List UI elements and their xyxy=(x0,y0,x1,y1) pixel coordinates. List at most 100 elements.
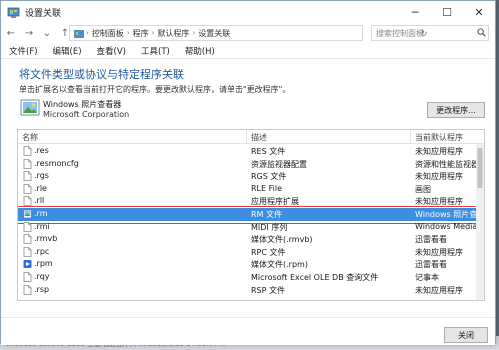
breadcrumb-separator: › xyxy=(151,29,155,37)
menu-tools[interactable]: 工具(T) xyxy=(141,45,170,57)
default-program-cell: 迅雷看看 xyxy=(415,235,447,245)
table-row[interactable]: .rle RLE File 画图 xyxy=(18,183,484,196)
extension-cell: .rqy xyxy=(34,271,50,281)
change-program-button[interactable]: 更改程序... xyxy=(427,102,485,118)
description-cell: RPC 文件 xyxy=(251,247,286,257)
table-row[interactable]: .rmvb 媒体文件(.rmvb) 迅雷看看 xyxy=(18,233,484,246)
description-cell: RM 文件 xyxy=(251,209,283,219)
extension-cell: .resmoncfg xyxy=(34,158,79,168)
page-title: 将文件类型或协议与特定程序关联 xyxy=(19,68,184,81)
set-associations-window: 设置关联 ─ ☐ ✕ ← → ⌄ ↑ › 控制面板 › 程序 › 默认程序 › … xyxy=(0,0,496,345)
close-window-button[interactable]: ✕ xyxy=(463,1,495,23)
default-program-cell: 记事本 xyxy=(415,272,439,282)
description-cell: RGS 文件 xyxy=(251,172,287,182)
window-title: 设置关联 xyxy=(25,8,62,19)
file-icon xyxy=(23,246,32,257)
file-icon xyxy=(23,221,32,232)
menu-bar: 文件(F) 编辑(E) 查看(V) 工具(T) 帮助(H) xyxy=(1,43,495,58)
extension-cell: .rle xyxy=(34,183,47,193)
table-row[interactable]: .resmoncfg 资源监视器配置 资源和性能监视器 xyxy=(18,158,484,171)
file-icon xyxy=(23,158,32,169)
search-box[interactable]: 搜索控制面板 xyxy=(371,25,489,41)
file-icon xyxy=(23,234,32,245)
default-program-cell: 迅雷看看 xyxy=(415,260,447,270)
default-program-cell: Windows 照片查看 xyxy=(415,209,485,219)
folder-icon xyxy=(74,29,84,38)
description-cell: MIDI 序列 xyxy=(251,222,288,232)
extension-cell: .rgs xyxy=(34,171,49,181)
title-bar[interactable]: 设置关联 ─ ☐ ✕ xyxy=(1,1,495,23)
extension-cell: .rmvb xyxy=(34,234,58,244)
breadcrumb-separator: › xyxy=(126,29,130,37)
forward-button[interactable]: → xyxy=(21,25,37,41)
description-cell: RES 文件 xyxy=(251,147,286,156)
search-input[interactable]: 搜索控制面板 xyxy=(376,28,474,39)
navigation-bar: ← → ⌄ ↑ › 控制面板 › 程序 › 默认程序 › 设置关联 ↻ 搜索控制… xyxy=(1,23,495,43)
close-button[interactable]: 关闭 xyxy=(444,327,488,343)
control-panel-icon xyxy=(6,5,20,19)
description-cell: Microsoft Excel OLE DB 查询文件 xyxy=(251,272,379,282)
maximize-button[interactable]: ☐ xyxy=(431,1,463,23)
address-bar[interactable]: › 控制面板 › 程序 › 默认程序 › 设置关联 ↻ xyxy=(69,25,427,41)
extension-cell: .rpc xyxy=(34,246,50,256)
default-program-cell: Windows Media I xyxy=(415,221,483,231)
column-header-description[interactable]: 描述 xyxy=(251,132,267,143)
minimize-button[interactable]: ─ xyxy=(399,1,431,23)
breadcrumb-control-panel[interactable]: 控制面板 xyxy=(92,28,124,39)
image-file-icon xyxy=(23,209,32,219)
description-cell: RLE File xyxy=(251,183,282,193)
breadcrumb-programs[interactable]: 程序 xyxy=(133,28,149,39)
description-cell: 资源监视器配置 xyxy=(251,159,307,169)
breadcrumb-set-associations[interactable]: 设置关联 xyxy=(198,28,230,39)
column-divider[interactable] xyxy=(410,130,411,144)
current-program-name: Windows 照片查看器 xyxy=(43,100,122,109)
default-program-cell: 未知应用程序 xyxy=(415,247,463,257)
file-icon xyxy=(23,196,32,207)
breadcrumb-default-programs[interactable]: 默认程序 xyxy=(157,28,189,39)
column-divider[interactable] xyxy=(246,130,247,144)
vertical-scrollbar[interactable] xyxy=(476,144,484,300)
file-icon xyxy=(23,171,32,182)
menu-help[interactable]: 帮助(H) xyxy=(185,45,215,57)
extension-cell: .rpm xyxy=(34,259,53,269)
table-row[interactable]: .rqy Microsoft Excel OLE DB 查询文件 记事本 xyxy=(18,271,484,284)
description-cell: 媒体文件(.rmvb) xyxy=(251,235,313,245)
extension-cell: .res xyxy=(34,146,49,155)
column-header-name[interactable]: 名称 xyxy=(22,132,38,143)
breadcrumb-separator: › xyxy=(86,29,89,37)
file-icon xyxy=(23,146,32,156)
file-icon xyxy=(23,271,32,282)
table-row[interactable]: .rsp RSP 文件 未知应用程序 xyxy=(18,284,484,297)
current-program-company: Microsoft Corporation xyxy=(43,110,130,119)
page-description: 单击扩展名以查看当前打开它的程序。要更改默认程序，请单击"更改程序"。 xyxy=(19,85,291,94)
table-row[interactable]: .rmi MIDI 序列 Windows Media I xyxy=(18,221,484,234)
table-row[interactable]: .rgs RGS 文件 未知应用程序 xyxy=(18,170,484,183)
media-file-icon xyxy=(23,259,32,269)
default-program-cell: 未知应用程序 xyxy=(415,172,463,182)
default-program-cell: 资源和性能监视器 xyxy=(415,159,479,169)
default-program-cell: 未知应用程序 xyxy=(415,285,463,295)
list-header: 名称 描述 当前默认程序 xyxy=(18,130,484,144)
content-area: 将文件类型或协议与特定程序关联 单击扩展名以查看当前打开它的程序。要更改默认程序… xyxy=(1,58,495,345)
description-cell: 媒体文件(.rpm) xyxy=(251,260,308,270)
table-row[interactable]: .rpc RPC 文件 未知应用程序 xyxy=(18,246,484,259)
column-header-current-program[interactable]: 当前默认程序 xyxy=(415,132,463,143)
back-button[interactable]: ← xyxy=(3,25,19,41)
menu-file[interactable]: 文件(F) xyxy=(9,45,38,57)
table-row[interactable]: .res RES 文件 未知应用程序 xyxy=(18,145,484,158)
photo-viewer-icon xyxy=(19,97,41,119)
association-list[interactable]: 名称 描述 当前默认程序 .res RES 文件未知应用程序 .resmoncfg 资… xyxy=(17,129,485,301)
menu-edit[interactable]: 编辑(E) xyxy=(53,45,82,57)
breadcrumb-separator: › xyxy=(192,29,196,37)
table-row[interactable]: .rm RM 文件 Windows 照片查看 xyxy=(18,206,485,224)
extension-cell: .rsp xyxy=(34,284,50,294)
description-cell: RSP 文件 xyxy=(251,285,286,295)
menu-view[interactable]: 查看(V) xyxy=(97,45,126,57)
default-program-cell: 画图 xyxy=(415,184,431,194)
search-icon[interactable] xyxy=(474,27,488,39)
extension-cell: .rmi xyxy=(34,221,50,231)
table-row[interactable]: .rpm 媒体文件(.rpm) 迅雷看看 xyxy=(18,258,484,271)
extension-cell: .rll xyxy=(34,196,45,206)
dialog-footer: 关闭 xyxy=(1,317,495,345)
recent-locations-dropdown[interactable]: ⌄ xyxy=(39,25,55,41)
